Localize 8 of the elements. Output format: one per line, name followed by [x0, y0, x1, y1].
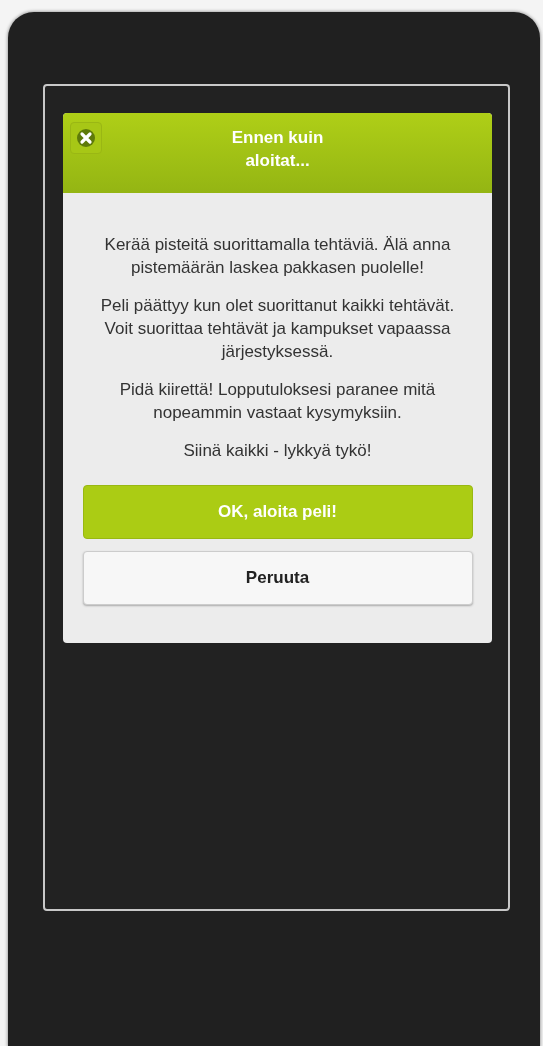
- paragraph: Kerää pisteitä suorittamalla tehtäviä. Älä anna pistemäärän laskea pakkasen puolelle!: [103, 234, 452, 279]
- close-button[interactable]: [70, 122, 102, 154]
- cancel-button[interactable]: Peruuta: [82, 551, 473, 605]
- dialog-title: Ennen kuin aloitat...: [230, 127, 325, 172]
- paragraph: Peli päättyy kun olet suorittanut kaikki tehtävät. Voit suorittaa tehtävät ja kampukset vapaassa järjestyksessä.: [99, 295, 456, 363]
- paragraph: Pidä kiirettä! Lopputuloksesi paranee mitä nopeammin vastaat kysymyksiin.: [118, 379, 437, 424]
- close-icon: [76, 128, 96, 148]
- paragraph: Siinä kaikki - lykkyä tykö!: [182, 440, 373, 462]
